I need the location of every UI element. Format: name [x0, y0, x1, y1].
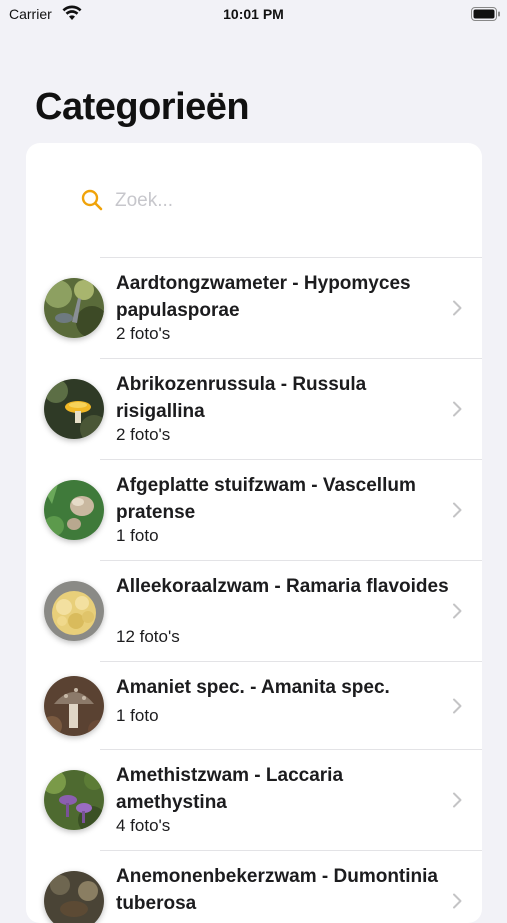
category-name: Aardtongzwameter - Hypomyces papulaspora…: [116, 273, 411, 321]
category-name: Alleekoraalzwam - Ramaria flavoides: [116, 576, 449, 597]
chevron-right-icon: [453, 401, 462, 417]
search-input[interactable]: [115, 187, 415, 215]
battery-icon: [471, 7, 500, 21]
photo-count: 4 foto's: [116, 816, 171, 835]
photo-count: 2 foto's: [116, 324, 171, 343]
chevron-right-icon: [453, 603, 462, 619]
photo-count: 1 foto: [116, 706, 159, 725]
chevron-right-icon: [453, 502, 462, 518]
photo-count: 2 foto's: [116, 425, 171, 444]
chevron-right-icon: [453, 893, 462, 909]
category-name: Amaniet spec. - Amanita spec.: [116, 677, 390, 698]
clock: 10:01 PM: [223, 6, 284, 22]
category-name: Afgeplatte stuifzwam - Vascellum pratens…: [116, 475, 416, 523]
page-title: Categorieën: [35, 86, 250, 128]
chevron-right-icon: [453, 698, 462, 714]
category-row-afgeplatte-stuifzwam[interactable]: Afgeplatte stuifzwam - Vascellum pratens…: [26, 460, 482, 561]
category-name: Amethistzwam - Laccaria amethystina: [116, 765, 344, 813]
category-thumbnail: [44, 676, 104, 736]
category-row-abrikozenrussula[interactable]: Abrikozenrussula - Russula risigallina 2…: [26, 359, 482, 460]
category-thumbnail: [44, 871, 104, 923]
category-row-amethistzwam[interactable]: Amethistzwam - Laccaria amethystina 4 fo…: [26, 750, 482, 851]
category-thumbnail: [44, 770, 104, 830]
category-row-aardtongzwameter[interactable]: Aardtongzwameter - Hypomyces papulaspora…: [26, 258, 482, 359]
category-name: Anemonenbekerzwam - Dumontinia tuberosa: [116, 866, 438, 914]
chevron-right-icon: [453, 792, 462, 808]
category-thumbnail: [44, 379, 104, 439]
chevron-right-icon: [453, 300, 462, 316]
photo-count: 1 foto: [116, 526, 159, 545]
status-bar: Carrier 10:01 PM: [0, 0, 507, 28]
category-thumbnail: [44, 480, 104, 540]
category-name: Abrikozenrussula - Russula risigallina: [116, 374, 367, 422]
category-row-amaniet-spec[interactable]: Amaniet spec. - Amanita spec. 1 foto: [26, 662, 482, 750]
category-row-anemonenbekerzwam[interactable]: Anemonenbekerzwam - Dumontinia tuberosa: [26, 851, 482, 923]
category-list: Aardtongzwameter - Hypomyces papulaspora…: [26, 143, 482, 923]
search-bar[interactable]: [81, 187, 441, 217]
search-icon: [81, 189, 103, 211]
category-row-alleekoraalzwam[interactable]: Alleekoraalzwam - Ramaria flavoides 12 f…: [26, 561, 482, 662]
category-thumbnail: [44, 581, 104, 641]
photo-count: 12 foto's: [116, 627, 180, 646]
category-thumbnail: [44, 278, 104, 338]
